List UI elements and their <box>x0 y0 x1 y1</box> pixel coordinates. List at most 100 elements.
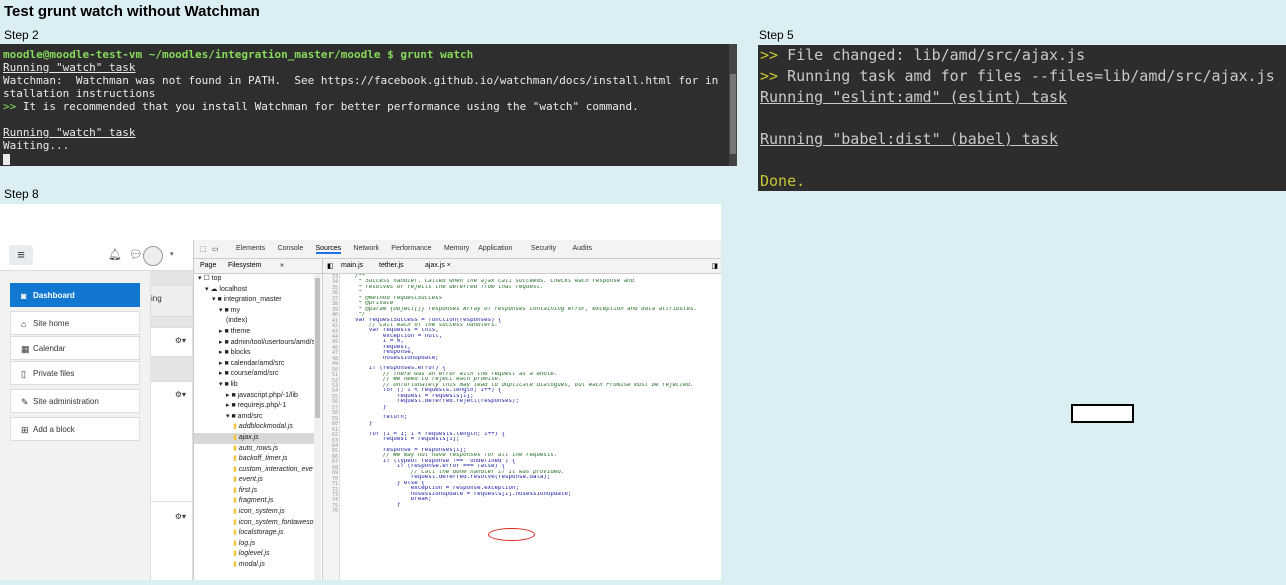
terminal-line: Watchman: Watchman was not found in PATH… <box>3 74 719 87</box>
tree-file-item[interactable]: ▮ log.js <box>194 539 314 550</box>
code-text: request.deferred.reject(responses); <box>341 399 519 405</box>
tree-folder-item[interactable]: ▸ ■ theme <box>194 327 314 338</box>
prompt-marker: >> <box>760 67 779 85</box>
tree-folder-item[interactable]: ▸ ■ calendar/amd/src <box>194 359 314 370</box>
tree-folder-item[interactable]: ▸ ■ admin/tool/usertours/amd/s <box>194 338 314 349</box>
user-menu-caret-icon[interactable]: ▾ <box>170 250 174 258</box>
chat-icon[interactable]: 💬︎ <box>129 249 143 261</box>
tree-folder-item[interactable]: ▾ ☁ localhost <box>194 285 314 296</box>
code-text: request.deferred.resolve(response.data); <box>341 475 551 481</box>
tree-file-item[interactable]: ▮ icon_system.js <box>194 507 314 518</box>
tree-folder-item[interactable]: (index) <box>194 316 314 327</box>
step5-terminal[interactable]: >> File changed: lib/amd/src/ajax.js >> R… <box>758 45 1286 191</box>
tree-file-item[interactable]: ▮ backoff_timer.js <box>194 454 314 465</box>
bell-icon[interactable]: 🔔︎ <box>108 249 122 261</box>
scrollbar-thumb[interactable] <box>730 74 736 154</box>
code-text: for (; i < requests.length; i++) { <box>341 388 502 394</box>
devtools-tab-memory[interactable]: Memory <box>444 245 469 252</box>
devtools-tab-audits[interactable]: Audits <box>573 245 592 252</box>
tree-scrollbar[interactable] <box>314 274 321 580</box>
devtools-tab-security[interactable]: Security <box>531 245 556 252</box>
tree-item-label: icon_system.js <box>238 508 285 516</box>
code-text: for (i = 1; i < requests.length; i++) { <box>341 431 506 437</box>
tree-folder-item[interactable]: ▸ ■ blocks <box>194 348 314 359</box>
devtools-panel: ⬚ ▭ Elements Console Sources Network Perform… <box>193 240 721 580</box>
nav-item-calendar[interactable]: ▦ Calendar <box>10 336 140 360</box>
nav-item-add-a-block[interactable]: ⊞ Add a block <box>10 417 140 441</box>
editor-file-tab[interactable]: tether.js <box>379 262 404 269</box>
block-settings-gear-icon[interactable]: ⚙▾ <box>175 336 186 345</box>
tree-folder-item[interactable]: ▸ ■ course/amd/src <box>194 369 314 380</box>
step2-terminal[interactable]: moodle@moodle-test-vm ~/moodles/integrat… <box>0 44 737 166</box>
nav-item-site-administration[interactable]: ✎ Site administration <box>10 389 140 413</box>
tree-item-label: ▸ ■ course/amd/src <box>219 370 279 378</box>
nav-item-private-files[interactable]: ▯ Private files <box>10 361 140 385</box>
tree-file-item[interactable]: ▮ localstorage.js <box>194 528 314 539</box>
navigator-tab[interactable]: » <box>280 262 284 269</box>
editor-file-tab[interactable]: main.js <box>341 262 363 269</box>
terminal-scrollbar[interactable] <box>729 44 737 166</box>
tree-file-item[interactable]: ▮ custom_interaction_eve <box>194 465 314 476</box>
tree-folder-item[interactable]: ▸ ■ javascript.php/-1/lib <box>194 391 314 402</box>
tree-folder-item[interactable]: ▾ ■ my <box>194 306 314 317</box>
device-toggle-icon[interactable]: ▭ <box>212 245 219 253</box>
tree-folder-item[interactable]: ▾ ■ amd/src <box>194 412 314 423</box>
navigator-tabs: Page Filesystem » <box>194 259 322 274</box>
toggle-debugger-icon[interactable]: ◨ <box>711 262 718 270</box>
tree-file-item[interactable]: ▮ icon_system_fontaweso <box>194 518 314 529</box>
tree-file-item[interactable]: ▮ loglevel.js <box>194 549 314 560</box>
code-text: response = responses[i]; <box>341 448 467 453</box>
terminal-cursor <box>0 152 737 165</box>
tree-file-item[interactable]: ▮ first.js <box>194 486 314 497</box>
terminal-line-text: Running "eslint:amd" (eslint) task <box>760 88 1068 106</box>
toggle-navigator-icon[interactable]: ◧ <box>327 262 334 270</box>
code-text: request = requests[i]; <box>341 437 460 443</box>
user-avatar[interactable] <box>143 246 163 266</box>
code-text: * Success handler. Called when the ajax … <box>341 279 635 285</box>
inspect-icon[interactable]: ⬚ <box>200 245 207 253</box>
terminal-line <box>758 108 1286 129</box>
tree-folder-item[interactable]: ▾ ■ integration_master <box>194 295 314 306</box>
line-number-gutter: 33 34 35 36 37 38 39 40 41 42 43 44 45 46 47 48 49 50 51 52… <box>323 274 340 580</box>
terminal-line: >> Running task amd for files --files=li… <box>758 66 1286 87</box>
block-settings-gear-icon[interactable]: ⚙▾ <box>175 390 186 399</box>
tree-item-label: ▸ ■ blocks <box>219 349 251 357</box>
tree-file-item[interactable]: ▮ event.js <box>194 475 314 486</box>
tree-file-item[interactable]: ▮ fragment.js <box>194 496 314 507</box>
source-code[interactable]: /** * Success handler. Called when the a… <box>341 274 721 513</box>
block-settings-gear-icon[interactable]: ⚙▾ <box>175 512 186 521</box>
menu-toggle-button[interactable]: ≡ <box>9 245 33 265</box>
devtools-tab-performance[interactable]: Performance <box>391 245 431 252</box>
nav-item-label: Private files <box>33 369 75 378</box>
scrollbar-thumb[interactable] <box>315 278 320 418</box>
tree-folder-item[interactable]: ▸ ■ requirejs.php/-1 <box>194 401 314 412</box>
dashboard-icon: ◙ <box>21 291 27 301</box>
nav-item-label: Site home <box>33 319 70 328</box>
terminal-line: Running "babel:dist" (babel) task <box>758 129 1286 150</box>
devtools-tab-elements[interactable]: Elements <box>236 245 265 252</box>
nav-item-dashboard[interactable]: ◙ Dashboard <box>10 283 140 307</box>
nav-item-site-home[interactable]: ⌂ Site home <box>10 311 140 335</box>
devtools-tab-application[interactable]: Application <box>478 245 512 252</box>
editor-file-tab[interactable]: ajax.js × <box>425 262 451 269</box>
tree-file-item[interactable]: ▮ modal.js <box>194 560 314 571</box>
devtools-tab-console[interactable]: Console <box>278 245 304 252</box>
tree-item-label: ajax.js <box>238 433 259 441</box>
tree-item-label: ▾ ■ my <box>219 306 240 314</box>
line-number[interactable]: 76 <box>323 508 338 514</box>
terminal-line-text <box>760 151 769 169</box>
code-text: * resolves or rejects the deferred from … <box>341 284 544 290</box>
code-text: // We need to reject each promise. <box>341 377 502 383</box>
tree-file-item[interactable]: ▮ auto_rows.js <box>194 444 314 455</box>
tree-file-item[interactable]: ▮ ajax.js <box>194 432 314 444</box>
navigator-tab[interactable]: Filesystem <box>228 262 261 269</box>
devtools-tab-sources[interactable]: Sources <box>315 245 342 254</box>
prompt-marker: >> <box>760 46 779 64</box>
navigator-tab[interactable]: Page <box>200 262 216 269</box>
devtools-tab-network[interactable]: Network <box>353 245 379 252</box>
tree-folder-item[interactable]: ▾ ☐ top <box>194 274 314 285</box>
tree-folder-item[interactable]: ▾ ■ lib <box>194 380 314 391</box>
code-text: break; <box>341 496 432 502</box>
tree-file-item[interactable]: ▮ addblockmodal.js <box>194 422 314 433</box>
code-text: // Call each of the success handlers. <box>341 322 499 328</box>
